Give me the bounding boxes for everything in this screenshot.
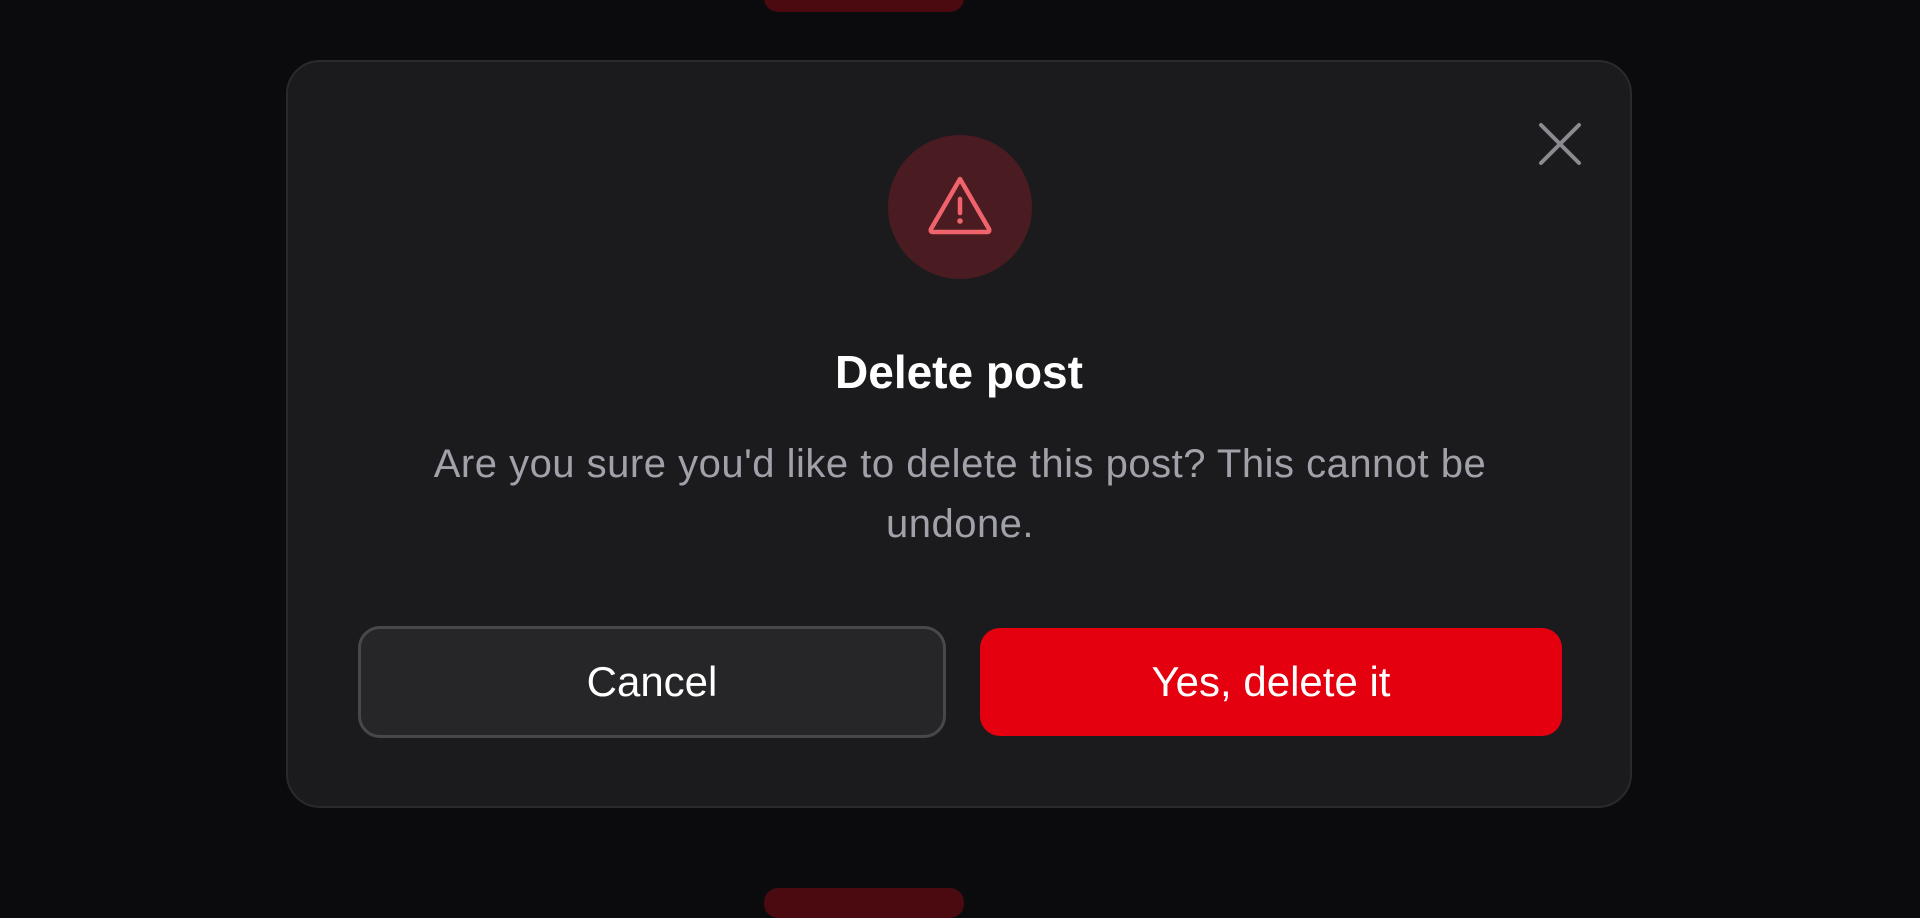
warning-badge <box>888 135 1032 279</box>
dialog-message: Are you sure you'd like to delete this p… <box>433 442 1487 546</box>
delete-confirm-dialog: Delete post Are you sure you'd like to d… <box>286 60 1632 808</box>
confirm-delete-button-label: Yes, delete it <box>1151 658 1391 705</box>
cancel-button-label: Cancel <box>586 658 718 705</box>
background-button-top <box>764 0 964 12</box>
confirm-delete-button[interactable]: Yes, delete it <box>980 628 1562 736</box>
warning-triangle-icon <box>927 175 993 240</box>
dialog-title: Delete post <box>835 346 1083 398</box>
background-button-bottom <box>764 888 964 918</box>
cancel-button[interactable]: Cancel <box>358 626 946 738</box>
close-icon <box>1538 122 1582 171</box>
close-button[interactable] <box>1524 110 1596 182</box>
